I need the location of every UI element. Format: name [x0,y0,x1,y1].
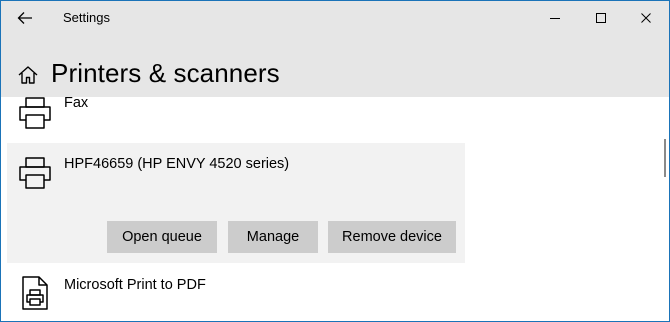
settings-window: Settings Printers & scanners Fax HPF4665… [0,0,670,322]
device-name-hp: HPF46659 (HP ENVY 4520 series) [64,156,290,172]
device-name-pdf: Microsoft Print to PDF [64,277,206,293]
maximize-icon [596,12,606,23]
minimize-button[interactable] [532,1,578,34]
device-item-fax[interactable]: Fax [7,89,465,133]
device-name-fax: Fax [64,95,89,111]
open-queue-button[interactable]: Open queue [107,221,217,253]
scrollbar-thumb[interactable] [664,139,666,177]
close-icon [641,12,651,23]
back-button[interactable] [9,4,41,32]
printer-icon [19,157,51,189]
home-icon[interactable] [17,64,39,86]
maximize-button[interactable] [578,1,624,34]
minimize-icon [550,17,560,19]
manage-button[interactable]: Manage [228,221,318,253]
back-arrow-icon [17,12,32,24]
remove-device-button[interactable]: Remove device [328,221,456,253]
header: Settings Printers & scanners [1,1,669,97]
device-item-pdf[interactable]: Microsoft Print to PDF [7,265,465,321]
printer-icon [19,97,51,129]
page-title: Printers & scanners [51,58,280,88]
device-item-hp[interactable]: HPF46659 (HP ENVY 4520 series) Open queu… [7,143,465,263]
window-title: Settings [63,10,110,25]
pdf-printer-icon [22,276,48,310]
device-list: Fax HPF46659 (HP ENVY 4520 series) Open … [1,95,669,321]
close-button[interactable] [623,1,669,34]
